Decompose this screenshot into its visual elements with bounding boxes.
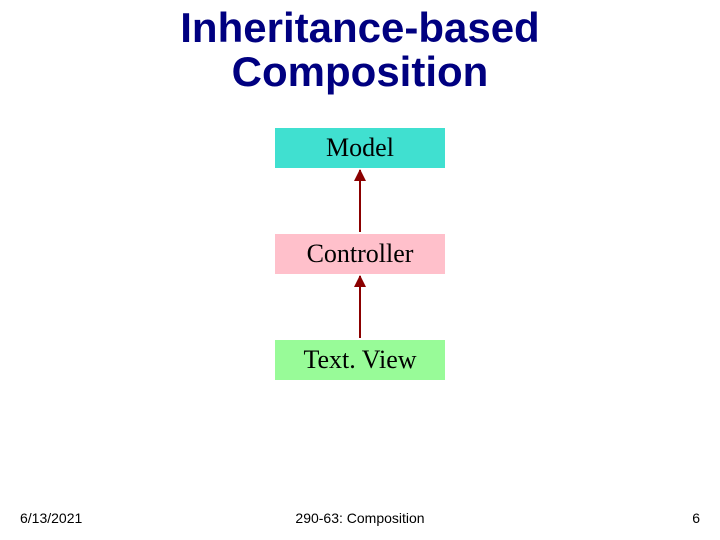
- title-line-2: Composition: [232, 48, 489, 95]
- slide-title: Inheritance-based Composition: [0, 6, 720, 94]
- arrow-controller-textview: [359, 276, 361, 338]
- arrow-model-controller: [359, 170, 361, 232]
- footer-course: 290-63: Composition: [0, 510, 720, 526]
- arrow-head-icon: [354, 169, 366, 181]
- arrow-head-icon: [354, 275, 366, 287]
- box-controller: Controller: [275, 234, 445, 274]
- box-controller-label: Controller: [307, 239, 414, 269]
- box-textview: Text. View: [275, 340, 445, 380]
- box-model: Model: [275, 128, 445, 168]
- box-textview-label: Text. View: [303, 345, 416, 375]
- title-line-1: Inheritance-based: [180, 4, 539, 51]
- box-model-label: Model: [326, 133, 394, 163]
- footer-page-number: 6: [692, 510, 700, 526]
